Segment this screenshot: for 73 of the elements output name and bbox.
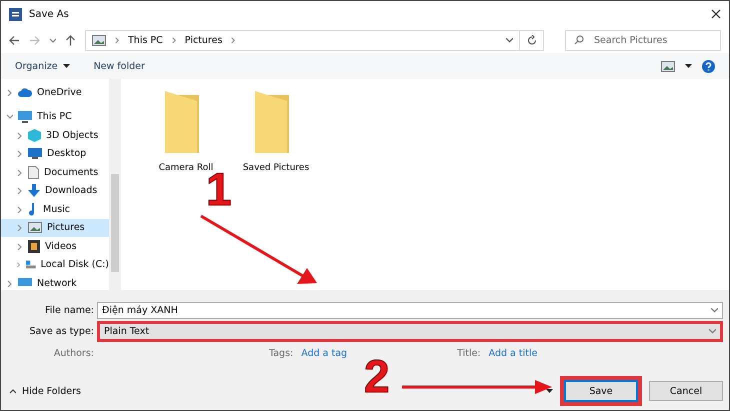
chevron-icon[interactable] — [230, 37, 236, 43]
scrollbar[interactable] — [109, 79, 121, 290]
chevron-icon[interactable] — [16, 242, 23, 250]
step-number: 2 — [364, 353, 390, 399]
chevron-icon[interactable] — [6, 88, 13, 96]
field-label: Save as type: — [28, 326, 95, 336]
add-tag-link[interactable]: Add a tag — [301, 348, 348, 358]
sidebar-item[interactable]: Documents — [1, 163, 109, 182]
breadcrumb[interactable]: This PC — [128, 34, 163, 46]
sidebar-item[interactable]: Desktop — [1, 144, 109, 163]
window-title: Save As — [29, 8, 69, 20]
monitor-icon — [18, 110, 32, 123]
picture-icon — [661, 60, 675, 72]
drive-icon — [26, 259, 36, 270]
sidebar-item[interactable]: Videos — [1, 237, 109, 256]
sidebar-item[interactable]: Music — [1, 200, 109, 218]
field-label: Tags: — [269, 348, 294, 358]
folder-name[interactable]: Saved Pictures — [242, 163, 310, 173]
field-label: File name: — [44, 304, 95, 316]
new-folder-button[interactable]: New folder — [94, 60, 145, 72]
up-arrow-icon[interactable] — [65, 34, 76, 46]
sidebar-item[interactable]: Downloads — [1, 182, 109, 200]
chevron-icon[interactable] — [16, 187, 23, 194]
cancel-button[interactable]: Cancel — [649, 381, 723, 401]
save-button[interactable]: Save — [560, 376, 642, 406]
chevron-icon[interactable] — [710, 306, 718, 314]
cube-icon — [28, 128, 41, 142]
caret-icon[interactable] — [685, 64, 692, 68]
picture-icon — [28, 222, 42, 234]
field-label: Title: — [457, 348, 481, 358]
chevron-icon[interactable] — [170, 37, 177, 43]
search-icon — [574, 35, 584, 45]
sidebar-item[interactable]: Pictures — [1, 218, 109, 237]
sidebar-item[interactable]: This PC — [1, 108, 109, 126]
breadcrumb[interactable]: Pictures — [184, 34, 222, 46]
caret-icon[interactable] — [62, 64, 70, 68]
sidebar-item[interactable]: OneDrive — [1, 83, 109, 102]
chevron-icon[interactable] — [6, 113, 13, 120]
address-bar[interactable]: This PC Pictures — [85, 30, 520, 50]
chevron-icon[interactable] — [49, 36, 56, 44]
chevron-icon[interactable] — [16, 261, 21, 268]
hide-folders-button[interactable]: Hide Folders — [9, 386, 81, 396]
chevron-icon[interactable] — [6, 280, 13, 287]
caret-icon[interactable] — [546, 389, 553, 393]
chevron-icon[interactable] — [16, 168, 23, 176]
search-field[interactable]: Search Pictures — [565, 30, 721, 50]
monitor-icon — [28, 148, 42, 160]
organize-menu[interactable]: Organize — [15, 60, 70, 72]
film-icon — [28, 240, 40, 253]
chevron-icon[interactable] — [16, 150, 23, 158]
refresh-button[interactable] — [520, 30, 544, 50]
sidebar-item[interactable]: Network — [1, 274, 109, 290]
refresh-icon — [526, 35, 536, 45]
chevron-icon[interactable] — [16, 206, 23, 213]
chevron-icon[interactable] — [114, 37, 120, 43]
sidebar-item[interactable]: 3D Objects — [1, 126, 109, 144]
field-label: Authors: — [54, 348, 94, 358]
folder-name[interactable]: Camera Roll — [158, 163, 214, 173]
chevron-icon[interactable] — [505, 36, 513, 44]
back-arrow-icon[interactable] — [9, 34, 20, 46]
sidebar-item[interactable]: Local Disk (C:) — [1, 256, 109, 274]
help-icon[interactable] — [702, 60, 715, 72]
chevron-icon[interactable] — [708, 327, 716, 335]
save-type-dropdown[interactable]: Plain Text — [97, 320, 723, 342]
cloud-icon — [18, 88, 32, 97]
add-title-link[interactable]: Add a title — [488, 348, 538, 358]
close-icon[interactable] — [711, 9, 721, 19]
file-name-field[interactable]: Điện máy XANH — [97, 302, 723, 318]
chevron-up-icon — [9, 388, 16, 394]
chevron-icon[interactable] — [16, 132, 23, 139]
document-icon — [28, 166, 39, 179]
picture-icon — [92, 34, 106, 46]
down-arrow-icon — [28, 184, 40, 198]
